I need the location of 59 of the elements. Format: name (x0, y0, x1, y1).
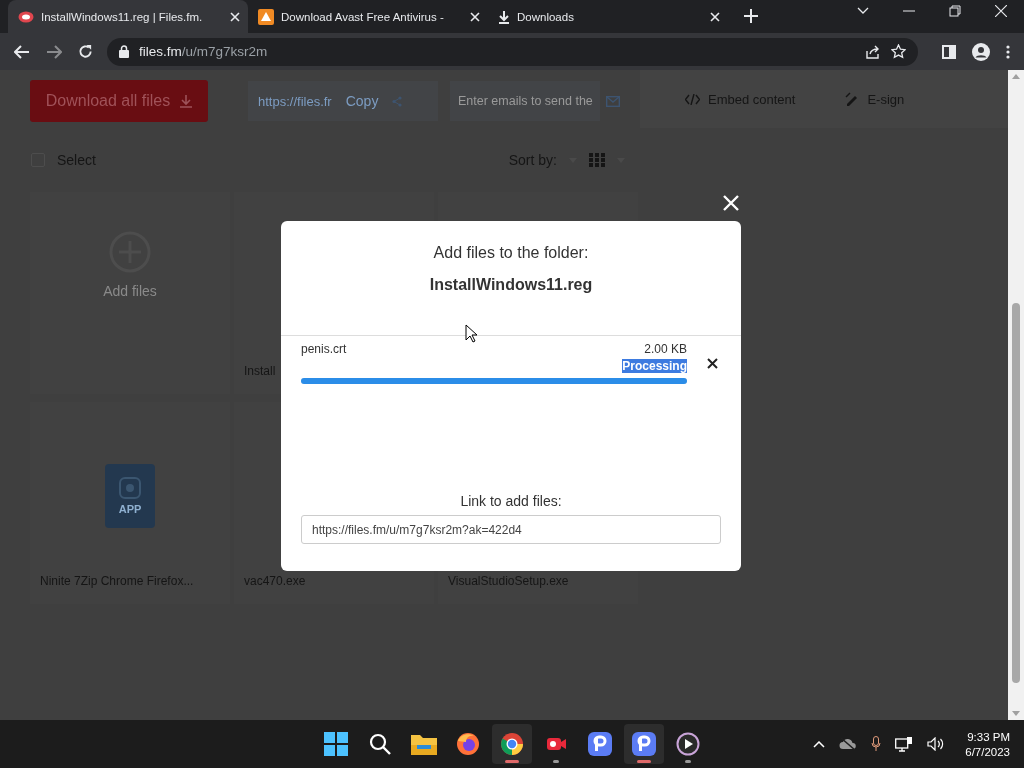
browser-tab[interactable]: Download Avast Free Antivirus - (248, 0, 488, 33)
forward-arrow-icon[interactable] (46, 44, 62, 59)
play-icon (676, 732, 700, 756)
upload-file-size: 2.00 KB (644, 342, 687, 356)
restore-icon[interactable] (949, 4, 961, 17)
upload-file-name: penis.crt (301, 342, 347, 356)
clock-date[interactable]: 6/7/2023 (965, 745, 1010, 758)
link-text: https://files.fr (258, 93, 332, 109)
lock-icon (119, 45, 129, 58)
taskbar-app[interactable] (624, 724, 664, 764)
chevron-down-icon[interactable] (857, 6, 869, 15)
code-icon (685, 93, 700, 105)
tab-title: Downloads (517, 10, 575, 23)
minimize-icon[interactable] (903, 9, 915, 12)
app-tile-icon (632, 732, 656, 756)
triangle-logo-icon (258, 8, 274, 25)
windows-logo-icon (324, 732, 348, 756)
upload-status: Processing (622, 359, 687, 373)
microphone-icon[interactable] (871, 736, 882, 752)
more-menu-icon[interactable] (1006, 44, 1010, 59)
close-icon[interactable] (707, 357, 718, 369)
chevron-up-icon[interactable] (813, 740, 826, 748)
folder-name: InstallWindows11.reg (429, 276, 593, 294)
reload-icon[interactable] (78, 44, 93, 59)
download-icon (180, 94, 193, 108)
copy-button[interactable]: Copy (345, 93, 379, 109)
add-files-label: Add files (103, 283, 157, 299)
clock-time[interactable]: 9:33 PM (967, 730, 1010, 743)
link-field[interactable]: https://files.fr Copy (248, 81, 438, 121)
browser-tab[interactable]: InstallWindows11.reg | Files.fm. (8, 0, 248, 33)
link-label: Link to add files: (460, 493, 562, 509)
side-panel-icon[interactable] (942, 44, 956, 59)
star-icon[interactable] (891, 44, 906, 59)
pen-icon (845, 92, 860, 106)
tab-title: Download Avast Free Antivirus - (281, 10, 445, 23)
browser-logo-icon (500, 732, 524, 756)
new-tab-icon[interactable] (744, 9, 758, 23)
share-icon[interactable] (866, 44, 881, 59)
folder-icon (411, 733, 437, 755)
address-bar[interactable]: files.fm/u/m7g7ksr2m (107, 37, 918, 66)
search-icon (369, 733, 391, 755)
tab-title: InstallWindows11.reg | Files.fm. (41, 10, 204, 23)
download-icon (498, 9, 510, 24)
fox-globe-icon (456, 732, 480, 756)
taskbar-app[interactable] (492, 724, 532, 764)
cloud-off-icon[interactable] (839, 738, 858, 750)
add-files-link-field[interactable]: https://files.fm/u/m7g7ksr2m?ak=422d4 (301, 515, 721, 544)
dialog-title: Add files to the folder: (433, 244, 589, 262)
cloud-icon (18, 10, 34, 23)
url-text: files.fm/u/m7g7ksr2m (139, 44, 268, 59)
email-field[interactable]: Enter emails to send the (450, 81, 600, 121)
profile-icon[interactable] (972, 42, 990, 61)
app-file-icon: APP (105, 464, 155, 528)
browser-tab[interactable]: Downloads (488, 0, 728, 33)
back-arrow-icon[interactable] (14, 44, 30, 59)
mouse-cursor-icon (465, 324, 477, 343)
speaker-icon[interactable] (927, 737, 946, 751)
monitor-network-icon[interactable] (895, 736, 914, 752)
app-tile-icon (588, 732, 612, 756)
